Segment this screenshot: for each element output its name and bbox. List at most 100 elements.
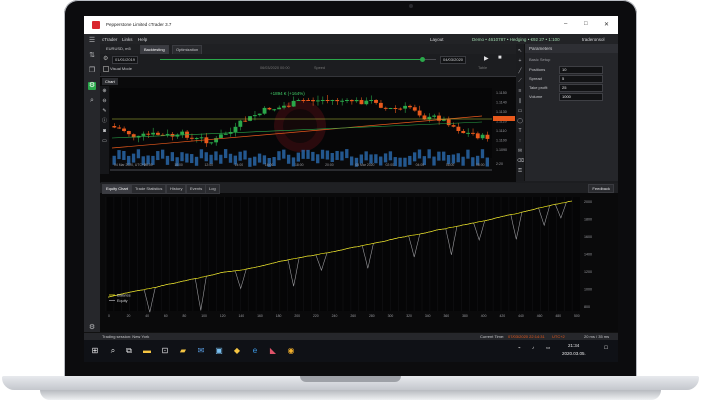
channel-tool-icon[interactable]: ∥ [517, 98, 523, 104]
user-menu[interactable]: traderonsol [582, 37, 605, 42]
trash-icon[interactable]: ⌫ [517, 158, 524, 164]
account-selector[interactable]: Demo • 4610787 • Hedging • €92 27 • 1:10… [472, 37, 560, 42]
battery-icon[interactable]: ▭ [546, 345, 550, 351]
time-tick-label: 12:00 [205, 163, 214, 167]
mail-icon[interactable]: ✉ [196, 346, 206, 356]
candle-body [165, 133, 170, 135]
candle-body [359, 100, 364, 105]
period-slider-handle[interactable] [420, 57, 425, 62]
volume-input[interactable]: 1000 [559, 93, 603, 101]
chrome-icon[interactable]: ◉ [286, 346, 296, 356]
equity-chart[interactable]: 2000 1800 1600 1400 1200 1000 800 0 20 40 60 80 100 1… [100, 193, 618, 332]
search-icon[interactable]: ⌕ [108, 346, 118, 356]
start-date-field[interactable]: 01/01/2019 [112, 56, 139, 64]
table-label: Table [478, 66, 488, 70]
close-button[interactable]: ✕ [604, 21, 609, 28]
time-tick-label: 08:00 [144, 163, 153, 167]
menu-ctrader[interactable]: cTrader [102, 37, 117, 42]
paint-icon[interactable]: ◆ [232, 346, 242, 356]
feedback-button[interactable]: Feedback [588, 184, 614, 193]
layout-menu[interactable]: Layout [430, 37, 444, 42]
ray-tool-icon[interactable]: ⟋ [517, 78, 523, 84]
settings-icon[interactable]: ⚙ [103, 55, 108, 62]
equity-x-tick-label: 460 [537, 314, 543, 318]
equity-y-tick-label: 1000 [584, 288, 592, 292]
stop-icon[interactable]: ■ [498, 55, 502, 61]
positions-input[interactable]: 10 [559, 66, 603, 74]
volume-bar [117, 150, 121, 160]
candle-body [243, 120, 248, 122]
tab-chart[interactable]: Chart [102, 78, 118, 85]
volume-bar [325, 150, 330, 160]
volume-bar [282, 149, 286, 159]
candle-body [330, 100, 335, 101]
end-date-field[interactable]: 04/03/2020 [440, 56, 467, 64]
file-explorer-icon[interactable]: ▬ [142, 346, 152, 356]
arrow-tool-icon[interactable]: ↑ [517, 138, 523, 144]
candlestick-chart[interactable]: +1894 € (+164%) 1.11501.11401.11301.11201… [100, 86, 516, 182]
equity-x-tick-label: 380 [462, 314, 468, 318]
photos-icon[interactable]: ▣ [214, 346, 224, 356]
menu-links[interactable]: Links [122, 37, 133, 42]
line-tool-icon[interactable]: ╱ [517, 68, 523, 74]
volume-bar [286, 154, 291, 164]
candle-body [301, 100, 306, 101]
candle-body [345, 100, 349, 101]
axis-bracket-label: 2:20 [496, 162, 503, 166]
equity-x-tick-label: 0 [108, 314, 110, 318]
equity-x-tick-label: 80 [183, 314, 187, 318]
volume-bar [316, 154, 320, 164]
trade-icon[interactable]: ⇅ [88, 52, 96, 60]
hamburger-menu-icon[interactable]: ☰ [88, 37, 96, 45]
candle-body [112, 126, 117, 128]
play-icon[interactable]: ▶ [484, 55, 489, 62]
volume-bar [427, 149, 431, 159]
ping-readout: 20 ms / 35 ms [584, 334, 610, 339]
copy-icon[interactable]: ❐ [88, 67, 96, 75]
volume-bar [398, 157, 402, 167]
price-tick-label: 1.1150 [496, 91, 507, 95]
param-row: Positions 10 [529, 66, 617, 74]
edge-browser-icon[interactable]: e [250, 346, 260, 356]
candle-body [369, 100, 374, 101]
store-icon[interactable]: ⊡ [160, 346, 170, 356]
network-icon[interactable]: ⌁ [518, 345, 521, 351]
maximize-button[interactable]: □ [584, 21, 588, 27]
take-profit-input[interactable]: 25 [559, 84, 603, 92]
notifications-icon[interactable]: ☐ [604, 345, 608, 351]
task-view-icon[interactable]: ⧉ [124, 346, 134, 356]
candle-body [320, 100, 325, 101]
crosshair-icon[interactable]: + [517, 58, 523, 64]
time-tick-label: 04:00 [416, 163, 425, 167]
equity-x-tick-label: 220 [313, 314, 319, 318]
candle-body [432, 115, 437, 117]
windows-start-icon[interactable]: ⊞ [90, 346, 100, 356]
volume-bar [471, 157, 475, 167]
visual-mode-checkbox[interactable] [103, 66, 109, 72]
laptop-notch [300, 376, 401, 382]
price-tick-label: 1.1100 [496, 139, 507, 143]
lock-icon[interactable]: ⚿ [517, 168, 523, 174]
fibonacci-tool-icon[interactable]: ≡ [517, 88, 523, 94]
ellipse-tool-icon[interactable]: ◯ [517, 118, 523, 124]
settings-gear-icon[interactable]: ⚙ [88, 324, 96, 332]
folder-icon[interactable]: ▰ [178, 346, 188, 356]
cursor-icon[interactable]: ↖ [517, 48, 523, 54]
spread-input[interactable]: 5 [559, 75, 603, 83]
ctrader-taskbar-icon[interactable]: ◣ [268, 346, 278, 356]
automate-icon[interactable]: ⚙ [88, 82, 96, 90]
visual-mode-row: Visual Mode 06/03/2020 00:00 Speed Table [100, 64, 516, 73]
equity-y-tick-label: 1400 [584, 253, 592, 257]
webcam [409, 4, 413, 8]
symbol-label[interactable]: EURUSD, m5 [103, 45, 134, 53]
candle-body [349, 100, 354, 102]
rectangle-tool-icon[interactable]: ▭ [517, 108, 523, 114]
equity-x-tick-label: 160 [257, 314, 263, 318]
analyze-icon[interactable]: ⌕ [88, 97, 96, 105]
minimize-button[interactable]: – [564, 21, 567, 27]
candle-body [315, 100, 320, 102]
text-tool-icon[interactable]: T [517, 128, 523, 134]
volume-icon[interactable]: ♪ [532, 345, 534, 350]
menu-help[interactable]: Help [138, 37, 147, 42]
note-tool-icon[interactable]: ✉ [517, 148, 523, 154]
